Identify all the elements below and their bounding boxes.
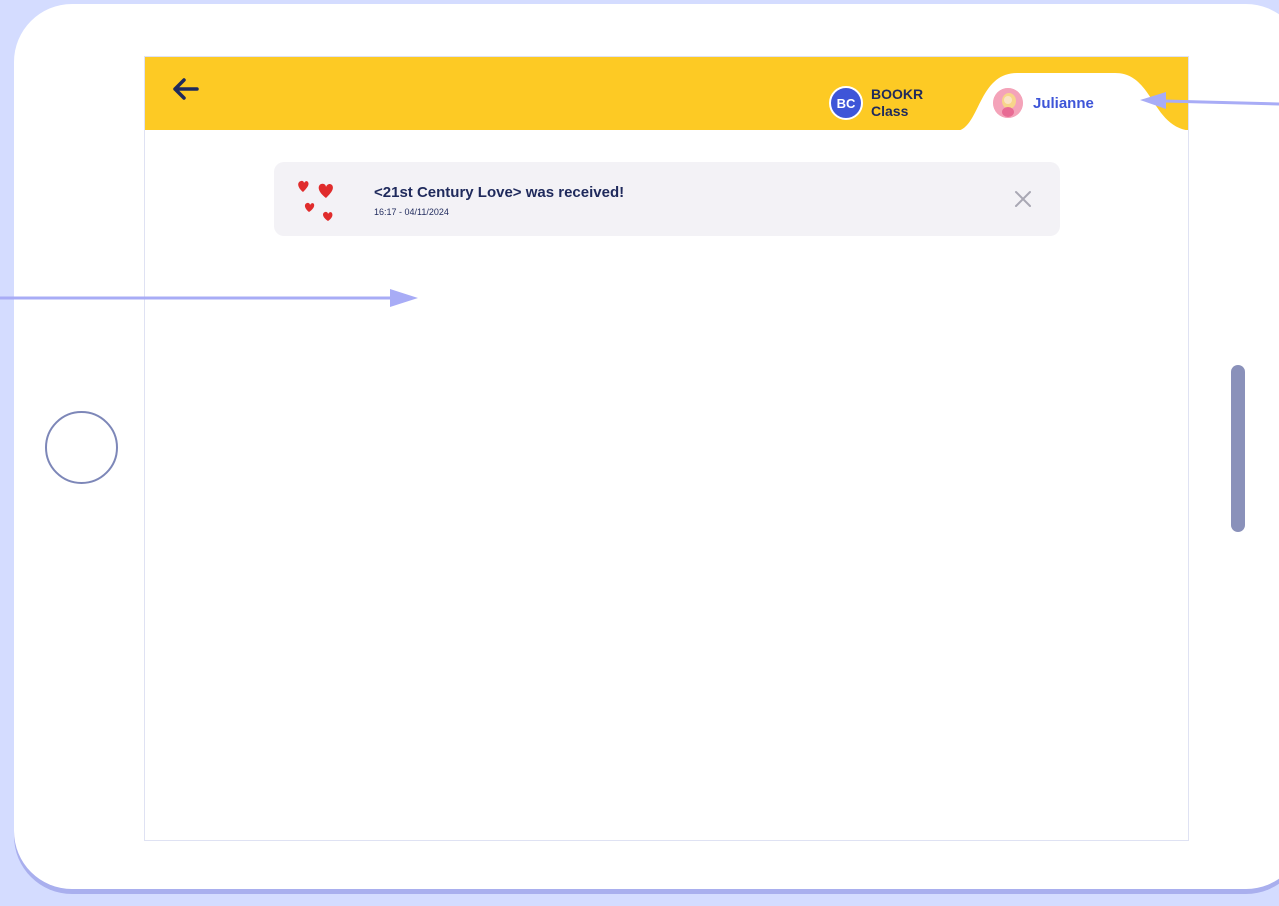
user-name: Julianne — [1033, 94, 1094, 112]
close-icon[interactable] — [1010, 186, 1036, 212]
back-arrow-icon — [173, 78, 199, 100]
top-bar: BC BOOKR Class Julianne — [145, 57, 1188, 131]
notification-title: <21st Century Love> was received! — [374, 184, 625, 201]
class-badge: BC — [829, 86, 863, 120]
annotation-arrow-right — [0, 289, 418, 307]
notification-card[interactable]: <21st Century Love> was received! 16:17 … — [274, 162, 1060, 236]
tab-class[interactable]: BC BOOKR Class — [829, 83, 931, 123]
hearts-icon — [298, 180, 333, 221]
tab-user[interactable]: Julianne — [993, 85, 1094, 121]
class-name: BOOKR Class — [871, 86, 924, 119]
side-button — [1231, 365, 1245, 532]
app-screen: BC BOOKR Class Julianne <21st Century Lo… — [144, 56, 1189, 841]
back-button[interactable] — [167, 71, 203, 107]
annotation-arrow-left — [1140, 92, 1279, 109]
home-button[interactable] — [45, 411, 118, 484]
avatar — [993, 88, 1023, 118]
notification-timestamp: 16:17 - 04/11/2024 — [374, 207, 449, 217]
